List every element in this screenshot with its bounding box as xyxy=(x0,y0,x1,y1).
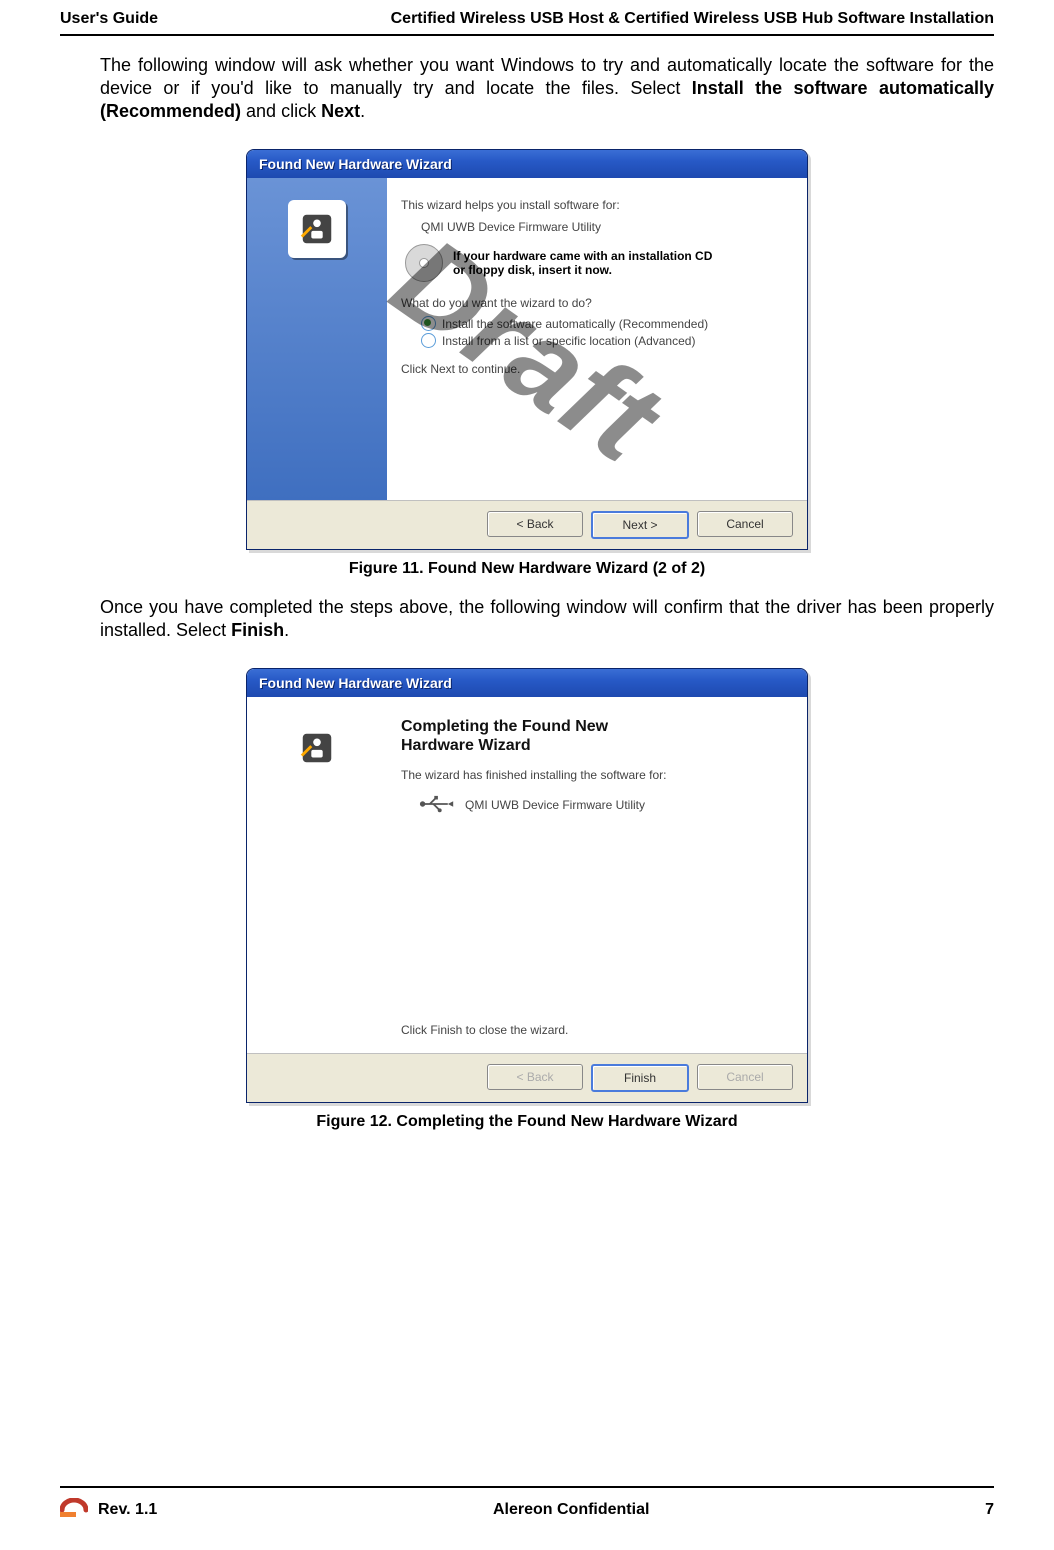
dialog2-line1: The wizard has finished installing the s… xyxy=(401,768,789,782)
p2-text-b: . xyxy=(284,620,289,640)
paragraph-1: The following window will ask whether yo… xyxy=(100,54,994,123)
dialog2-device: QMI UWB Device Firmware Utility xyxy=(465,798,645,812)
dialog1-line1: This wizard helps you install software f… xyxy=(401,198,789,212)
dialog2-button-row: < Back Finish Cancel xyxy=(247,1053,807,1102)
header-right: Certified Wireless USB Host & Certified … xyxy=(391,10,994,28)
dialog-found-new-hardware-2: Found New Hardware Wizard Completing the… xyxy=(246,668,808,1103)
dialog1-button-row: < Back Next > Cancel xyxy=(247,500,807,549)
dialog1-cd-line1: If your hardware came with an installati… xyxy=(453,249,712,263)
dialog1-sidepanel xyxy=(247,178,387,500)
figure-11-caption: Figure 11. Found New Hardware Wizard (2 … xyxy=(60,560,994,578)
p1-bold-b: Next xyxy=(321,101,360,121)
dialog2-titlebar: Found New Hardware Wizard xyxy=(247,669,807,697)
dialog2-sidepanel xyxy=(247,697,387,1053)
footer-rev: Rev. 1.1 xyxy=(98,1501,157,1519)
hardware-wizard-icon xyxy=(288,200,346,258)
radio-selected-icon xyxy=(421,316,436,331)
next-button[interactable]: Next > xyxy=(591,511,689,539)
dialog1-cd-line2: or floppy disk, insert it now. xyxy=(453,263,712,277)
dialog1-titlebar: Found New Hardware Wizard xyxy=(247,150,807,178)
radio-install-auto[interactable]: Install the software automatically (Reco… xyxy=(421,316,789,331)
dialog-found-new-hardware-1: Draft Found New Hardware Wizard This wiz… xyxy=(246,149,808,550)
back-button: < Back xyxy=(487,1064,583,1090)
radio-unselected-icon xyxy=(421,333,436,348)
dialog2-main: Completing the Found New Hardware Wizard… xyxy=(387,697,807,1053)
dialog2-heading-a: Completing the Found New xyxy=(401,717,789,736)
footer-center: Alereon Confidential xyxy=(493,1501,649,1519)
alereon-logo-icon xyxy=(60,1498,88,1522)
p1-text-b: and click xyxy=(241,101,321,121)
dialog2-heading-b: Hardware Wizard xyxy=(401,736,789,755)
figure-12-caption: Figure 12. Completing the Found New Hard… xyxy=(60,1113,994,1131)
dialog1-question: What do you want the wizard to do? xyxy=(401,296,789,310)
header-left: User's Guide xyxy=(60,10,158,28)
paragraph-2: Once you have completed the steps above,… xyxy=(100,596,994,642)
cd-icon xyxy=(405,244,443,282)
radio-install-list[interactable]: Install from a list or specific location… xyxy=(421,333,789,348)
header-rule xyxy=(60,34,994,36)
dialog2-close-text: Click Finish to close the wizard. xyxy=(401,1023,789,1037)
dialog1-continue-text: Click Next to continue. xyxy=(401,362,789,376)
p1-text-c: . xyxy=(360,101,365,121)
p2-bold: Finish xyxy=(231,620,284,640)
cancel-button: Cancel xyxy=(697,1064,793,1090)
radio-opt2-label: Install from a list or specific location… xyxy=(442,334,695,348)
radio-opt1-label: Install the software automatically (Reco… xyxy=(442,317,708,331)
usb-icon xyxy=(419,794,455,817)
finish-button[interactable]: Finish xyxy=(591,1064,689,1092)
back-button[interactable]: < Back xyxy=(487,511,583,537)
footer-rule xyxy=(60,1486,994,1488)
dialog1-main: This wizard helps you install software f… xyxy=(387,178,807,500)
cancel-button[interactable]: Cancel xyxy=(697,511,793,537)
dialog1-device: QMI UWB Device Firmware Utility xyxy=(421,220,789,234)
footer-page: 7 xyxy=(985,1501,994,1519)
hardware-wizard-icon xyxy=(288,719,346,777)
